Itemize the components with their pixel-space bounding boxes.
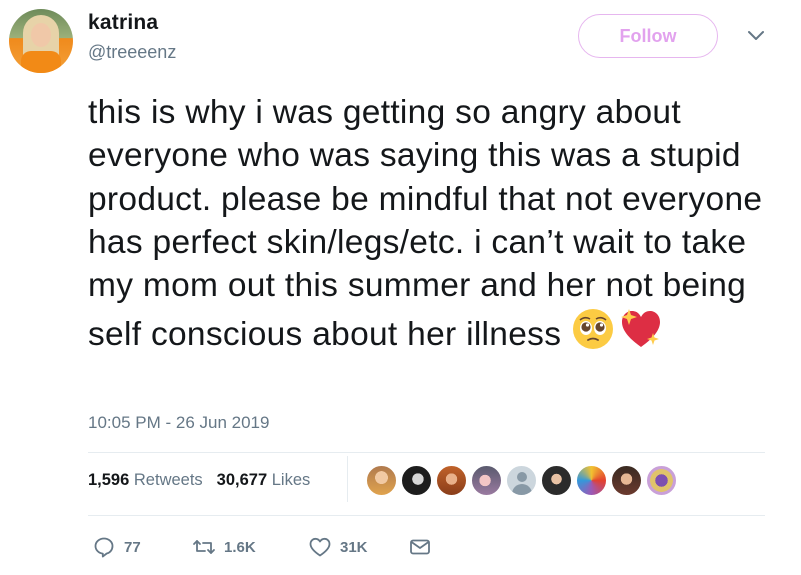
message-action[interactable] [408,535,432,559]
divider-bottom [88,515,765,516]
retweet-action[interactable]: 1.6K [192,535,308,559]
liker-avatar[interactable] [366,465,397,496]
liker-avatar[interactable] [646,465,677,496]
retweet-icon [193,540,215,554]
like-action[interactable]: 31K [308,535,408,559]
likes-label: Likes [271,471,311,489]
liker-avatars [366,465,677,496]
reply-action[interactable]: 77 [92,535,192,559]
sparkling-heart-icon [621,309,661,348]
pleading-face-icon [573,309,614,350]
reply-icon [94,537,114,558]
avatar-top [21,51,61,73]
likes-count: 30,677 [216,471,268,489]
tweet-text: this is why i was getting so angry about… [88,91,778,357]
user-handle[interactable]: @treeeenz [88,42,176,63]
liker-avatar[interactable] [401,465,432,496]
retweet-count: 1.6K [224,538,256,556]
retweets-stat[interactable]: 1,596 Retweets [88,471,203,490]
retweets-label: Retweets [133,471,203,489]
tweet-timestamp[interactable]: 10:05 PM - 26 Jun 2019 [88,413,269,433]
follow-button[interactable]: Follow [578,14,718,58]
chevron-down-icon[interactable] [745,28,767,44]
liker-avatar[interactable] [506,465,537,496]
likes-stat[interactable]: 30,677 Likes [217,471,311,490]
avatar-face [31,23,51,47]
tweet-actions: 77 1.6K 31K [92,535,432,559]
liker-avatar[interactable] [471,465,502,496]
envelope-icon [410,539,430,555]
tweet-emojis [571,307,663,351]
user-avatar[interactable] [9,9,73,73]
reply-count: 77 [124,538,141,556]
heart-icon [309,537,331,557]
stats-separator [347,456,348,502]
liker-avatar[interactable] [436,465,467,496]
like-count: 31K [340,538,368,556]
liker-avatar[interactable] [611,465,642,496]
liker-avatar[interactable] [541,465,572,496]
divider-top [88,452,765,453]
retweets-count: 1,596 [88,471,130,489]
display-name[interactable]: katrina [88,11,158,35]
liker-avatar[interactable] [576,465,607,496]
tweet-stats: 1,596 Retweets 30,677 Likes [88,471,310,490]
